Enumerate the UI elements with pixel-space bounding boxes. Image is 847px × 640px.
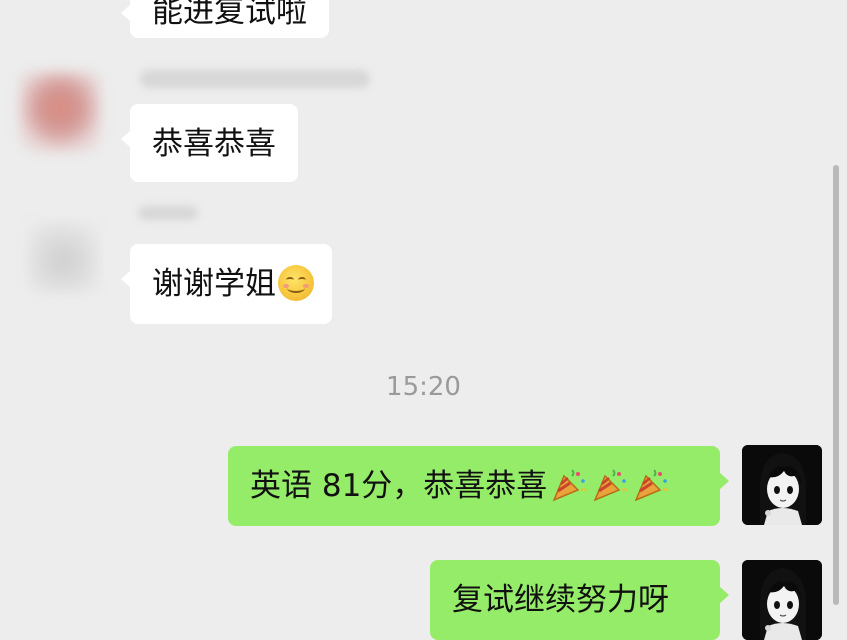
party-popper-icon [593, 468, 629, 501]
message-text: 英语 81分，恭喜恭喜 [250, 468, 548, 504]
message-text: 谢谢学姐 [152, 266, 276, 302]
contact-avatar[interactable] [28, 222, 98, 292]
incoming-message-bubble[interactable]: 能进复试啦 [121, 0, 329, 38]
incoming-message-bubble[interactable]: 恭喜恭喜 [121, 104, 298, 182]
anime-girl-avatar-icon [742, 445, 822, 525]
user-avatar[interactable] [742, 445, 822, 525]
message-text: 能进复试啦 [152, 0, 307, 30]
sender-name-blurred [138, 206, 198, 220]
chat-window: 能进复试啦 恭喜恭喜 谢谢学姐 15:20 英语 81分，恭喜恭喜 复试继续努力… [0, 0, 847, 640]
anime-girl-avatar-icon [742, 560, 822, 640]
user-avatar[interactable] [742, 560, 822, 640]
message-text: 复试继续努力呀 [452, 582, 669, 618]
scrollbar[interactable] [833, 165, 839, 605]
outgoing-message-bubble[interactable]: 复试继续努力呀 [430, 560, 729, 640]
party-popper-icon [552, 468, 588, 501]
outgoing-message-bubble[interactable]: 英语 81分，恭喜恭喜 [228, 446, 729, 526]
smiling-face-icon [278, 264, 314, 301]
incoming-message-bubble[interactable]: 谢谢学姐 [121, 244, 332, 324]
message-text: 恭喜恭喜 [152, 126, 276, 162]
party-popper-icon [634, 468, 670, 501]
sender-name-blurred [140, 70, 370, 88]
message-timestamp: 15:20 [386, 372, 461, 402]
contact-avatar[interactable] [20, 72, 100, 152]
